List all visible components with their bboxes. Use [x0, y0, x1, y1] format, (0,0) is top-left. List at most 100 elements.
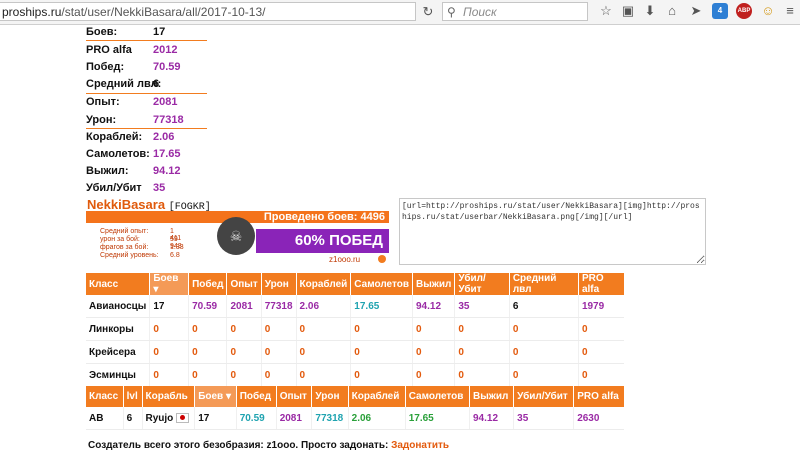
table-cell: 0 [411, 363, 455, 387]
reading-list-icon[interactable]: ▣ [620, 3, 636, 19]
send-icon[interactable]: ➤ [688, 3, 704, 19]
home-icon[interactable]: ⌂ [664, 3, 680, 19]
column-header[interactable]: Класс [86, 386, 124, 407]
ship-name[interactable]: Ryujo [146, 413, 177, 424]
table-cell: 17.65 [404, 407, 470, 430]
userbar-detail-value: 6.8 [170, 252, 180, 259]
reload-icon[interactable]: ↻ [420, 3, 436, 20]
column-header[interactable]: Самолетов [404, 386, 470, 407]
footer-text: Создатель всего этого безобразия: z1ooo.… [88, 440, 392, 451]
column-header[interactable]: Класс [86, 273, 150, 295]
column-header[interactable]: Убил/Убит [454, 273, 510, 295]
table-cell: 6 [122, 407, 143, 430]
table-cell: 0 [188, 340, 227, 364]
stat-value: 2012 [153, 44, 178, 56]
table-cell: 0 [188, 363, 227, 387]
divider [86, 128, 207, 129]
userbar-detail: Средний уровень: 6.8 [100, 252, 180, 259]
stat-row: Опыт: 2081 [86, 94, 207, 111]
userbar-winrate: 60% ПОБЕД [256, 229, 389, 253]
userbar-detail-label: фрагов за бой: [100, 244, 149, 251]
column-header[interactable]: Урон [260, 273, 297, 295]
column-header[interactable]: Кораблей [295, 273, 351, 295]
table-cell: 0 [226, 317, 262, 341]
table-cell: 0 [508, 363, 579, 387]
divider [86, 40, 207, 41]
column-header[interactable]: Боев ▾ [149, 273, 189, 295]
stat-row: Боев: 17 [86, 24, 207, 41]
stat-value: 17 [153, 26, 166, 38]
table-cell: 0 [577, 317, 624, 341]
donate-link[interactable]: Задонатить [391, 440, 449, 451]
userbar-logo-icon [378, 255, 386, 263]
table-cell: 17 [149, 295, 189, 318]
smiley-extension-icon[interactable]: ☺ [760, 3, 776, 19]
menu-icon[interactable]: ≡ [782, 3, 798, 19]
column-header[interactable]: Корабль [141, 386, 195, 407]
table-cell: 0 [350, 340, 413, 364]
column-header[interactable]: Опыт [275, 386, 312, 407]
column-header[interactable]: Побед [235, 386, 277, 407]
column-header[interactable]: Выжил [468, 386, 514, 407]
divider [86, 93, 207, 94]
column-header[interactable]: Побед [188, 273, 227, 295]
ship-table-header: Класс lvl Корабль Боев ▾ Побед Опыт Урон Корабл… [86, 386, 624, 407]
column-header[interactable]: lvl [122, 386, 143, 407]
table-cell: Эсминцы [86, 363, 150, 387]
table-cell: 0 [226, 340, 262, 364]
column-header[interactable]: Боев ▾ [194, 386, 237, 407]
table-cell: 0 [454, 317, 510, 341]
ship-stats-table: Класс lvl Корабль Боев ▾ Побед Опыт Урон Корабл… [86, 386, 624, 430]
column-header[interactable]: Выжил [411, 273, 455, 295]
userbar-detail: фрагов за бой: 1.33 [100, 244, 184, 251]
download-icon[interactable]: ⬇ [642, 3, 658, 19]
table-cell: 2081 [226, 295, 262, 318]
table-cell: 0 [577, 363, 624, 387]
table-cell: 1979 [577, 295, 624, 318]
column-header[interactable]: Самолетов [350, 273, 413, 295]
table-cell: 0 [508, 340, 579, 364]
table-cell: 0 [411, 340, 455, 364]
table-cell: 0 [508, 317, 579, 341]
table-cell: 0 [226, 363, 262, 387]
stat-label: Боев: [86, 26, 118, 38]
stat-value: 17.65 [153, 148, 181, 160]
table-row: Эсминцы 0 0 0 0 0 0 0 0 0 0 [86, 363, 624, 387]
japan-flag-icon [176, 412, 190, 423]
class-stats-table: Класс Боев ▾ Побед Опыт Урон Кораблей Самолето… [86, 273, 624, 387]
column-header[interactable]: Опыт [226, 273, 262, 295]
adblock-icon[interactable]: ABP [736, 3, 752, 19]
column-header[interactable]: Кораблей [347, 386, 406, 407]
table-cell: 2.06 [295, 295, 351, 318]
extension-badge-icon[interactable]: 4 [712, 3, 728, 19]
table-cell: 0 [350, 317, 413, 341]
table-cell: 35 [454, 295, 510, 318]
userbar-detail-label: Средний уровень: [100, 252, 159, 259]
userbar-detail: Средний опыт: 1 411 [100, 228, 181, 242]
column-header[interactable]: Урон [311, 386, 349, 407]
table-cell: 0 [295, 317, 351, 341]
table-cell: Ryujo [141, 407, 195, 430]
stat-label: Опыт: [86, 96, 120, 108]
table-cell: Крейсера [86, 340, 150, 364]
bbcode-textarea[interactable] [399, 198, 706, 265]
table-cell: 70.59 [188, 295, 227, 318]
footer: Создатель всего этого безобразия: z1ooo.… [88, 440, 449, 451]
table-cell: 0 [295, 340, 351, 364]
bookmark-star-icon[interactable]: ☆ [598, 3, 614, 19]
table-cell: 0 [260, 363, 297, 387]
stat-label: PRO alfa [86, 44, 132, 56]
column-header[interactable]: PRO alfa [573, 386, 624, 407]
column-header[interactable]: Убил/Убит [513, 386, 574, 407]
column-header[interactable]: PRO alfa [577, 273, 624, 295]
pirate-skull-icon: ☠ [217, 217, 255, 255]
column-header[interactable]: Средний лвл [508, 273, 579, 295]
table-row: Линкоры 0 0 0 0 0 0 0 0 0 0 [86, 317, 624, 341]
table-cell: 35 [513, 407, 574, 430]
search-input[interactable]: ⚲ Поиск [442, 2, 588, 21]
stat-value: 2081 [153, 96, 178, 108]
stat-row: PRO alfa 2012 [86, 42, 207, 59]
address-bar[interactable]: proships.ru/stat/user/NekkiBasara/all/20… [0, 2, 416, 21]
stat-label: Побед: [86, 61, 125, 73]
table-cell: 77318 [260, 295, 297, 318]
